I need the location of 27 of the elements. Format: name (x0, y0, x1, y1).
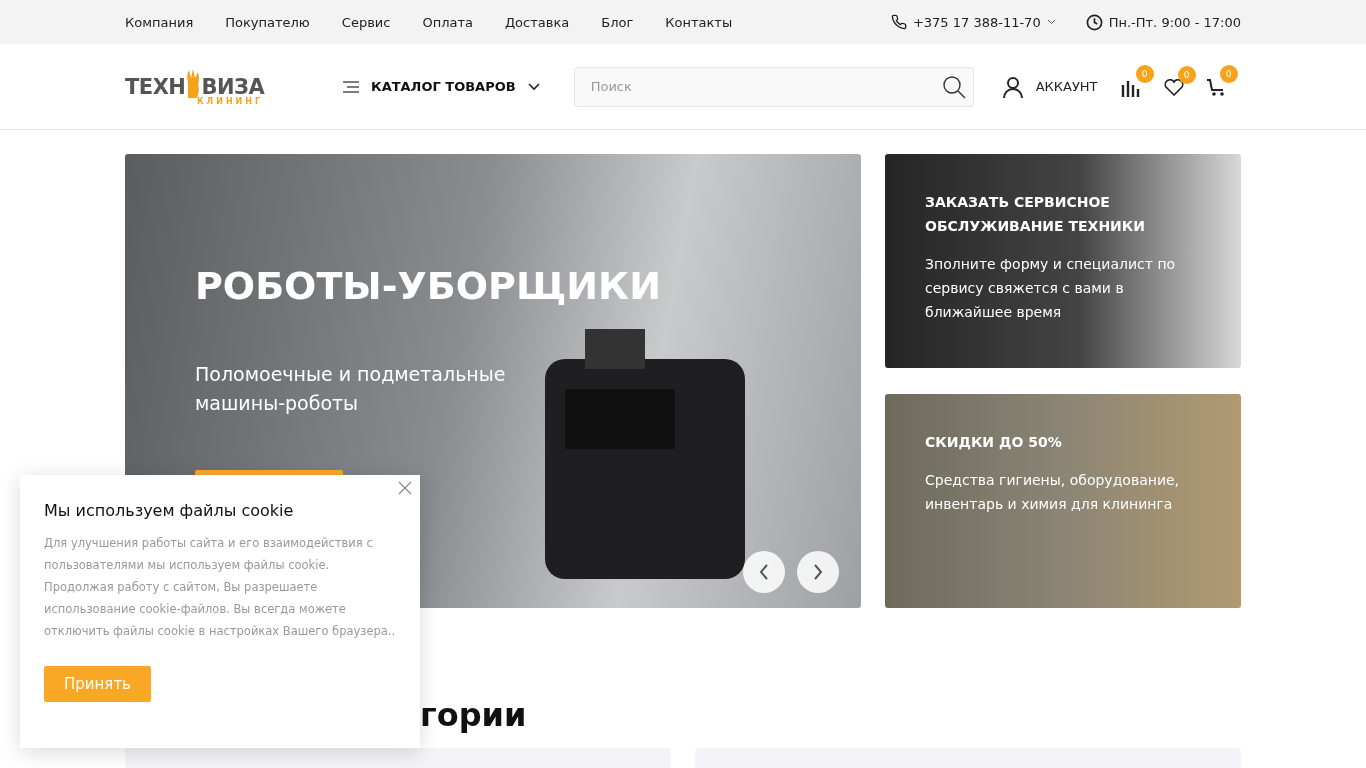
top-nav-link[interactable]: Оплата (422, 14, 473, 30)
count-badge: 0 (1135, 64, 1154, 83)
top-nav-link[interactable]: Доставка (504, 14, 570, 30)
top-nav-link[interactable]: Сервис (341, 14, 391, 30)
promo-card[interactable]: СКИДКИ ДО 50% Средства гигиены, оборудование, инвентарь и химия для клининга (885, 394, 1241, 608)
promo-text: Средства гигиены, оборудование, инвентарь и химия для клининга (925, 471, 1181, 514)
working-hours: Пн.-Пт. 9:00 - 17:00 (1108, 14, 1241, 30)
top-nav-link[interactable]: Блог (601, 14, 634, 30)
logo[interactable]: ТЕХН ВИЗА КЛИНИНГ (125, 67, 273, 106)
hero-subtitle: Поломоечные и подметальные машины-роботы (195, 362, 507, 416)
section-title: гории (420, 696, 528, 734)
catalog-button[interactable]: КАТАЛОГ ТОВАРОВ (343, 79, 540, 94)
cookie-text: Для улучшения работы сайта и его взаимодействия с пользователями мы используем файлы cookie. Продолжая работу с сайтом, Вы разрешаете использование cookie-файлов. Вы всегда можете отключить файлы cookie в настройках Вашего браузера.. (44, 535, 396, 640)
promo-text: Зполните форму и специалист по сервису свяжется с вами в ближайшее время (925, 255, 1177, 322)
count-badge: 0 (1177, 65, 1196, 84)
top-nav-link[interactable]: Покупателю (225, 14, 310, 30)
phone-number[interactable]: +375 17 388-11-70 (912, 14, 1041, 30)
top-nav-link[interactable]: Компания (125, 14, 194, 30)
cookie-title: Мы используем файлы cookie (44, 501, 295, 520)
top-nav-link[interactable]: Контакты (665, 14, 733, 30)
hero-title: РОБОТЫ-УБОРЩИКИ (195, 264, 662, 308)
search-field[interactable]: Поиск (573, 66, 974, 107)
account-link[interactable]: АККАУНТ (1001, 75, 1098, 98)
promo-card[interactable]: ЗАКАЗАТЬ СЕРВИСНОЕ ОБСЛУЖИВАНИЕ ТЕХНИКИ Зполните форму и специалист по сервису свяжется с вами в ближайшее время (885, 154, 1241, 368)
promo-title: ЗАКАЗАТЬ СЕРВИСНОЕ ОБСЛУЖИВАНИЕ ТЕХНИКИ (925, 193, 1146, 236)
count-badge: 0 (1219, 64, 1238, 83)
promo-title: СКИДКИ ДО 50% (925, 433, 1063, 452)
